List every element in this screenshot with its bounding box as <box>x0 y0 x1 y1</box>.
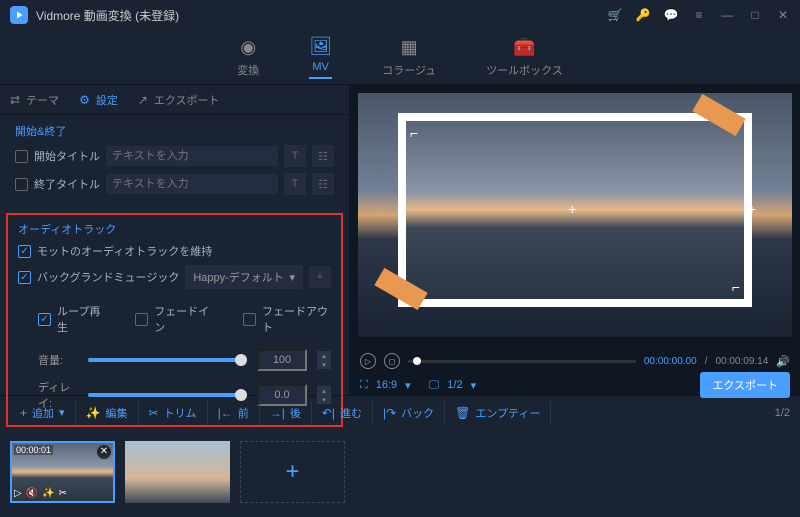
end-title-label: 終了タイトル <box>34 176 100 192</box>
cart-icon[interactable]: 🛒 <box>608 8 622 22</box>
delay-slider[interactable] <box>88 393 247 397</box>
thumb-play-icon[interactable]: ▷ <box>14 488 22 499</box>
volume-input[interactable] <box>257 349 307 371</box>
chat-icon[interactable]: 💬 <box>664 8 678 22</box>
edit-button[interactable]: ✨編集 <box>76 401 139 425</box>
start-title-input[interactable] <box>106 146 278 166</box>
close-button[interactable]: ✕ <box>776 8 790 22</box>
trim-button[interactable]: ✂トリム <box>139 401 208 425</box>
thumbnail-2[interactable] <box>125 441 230 503</box>
menu-icon[interactable]: ≡ <box>692 8 706 22</box>
thumbnail-1[interactable]: 00:00:01 ✕ ▷ 🔇 ✨ ✂ <box>10 441 115 503</box>
toolbox-icon: 🧰 <box>513 37 535 58</box>
thumb-duration: 00:00:01 <box>14 445 53 455</box>
add-button[interactable]: +追加 ▾ <box>10 401 76 425</box>
start-title-label: 開始タイトル <box>34 148 100 164</box>
collage-icon: ▦ <box>401 37 418 58</box>
add-thumbnail[interactable]: + <box>240 441 345 503</box>
scissors-icon: ✂ <box>149 406 159 420</box>
total-time: 00:00:09.14 <box>715 356 768 367</box>
preview-area: ⌐ ⌐ + + <box>358 93 792 337</box>
empty-button[interactable]: 🗑エンプティー <box>445 401 551 425</box>
preview-frame: ⌐ ⌐ + + <box>398 113 752 307</box>
keep-original-checkbox[interactable] <box>18 245 31 258</box>
loop-checkbox[interactable] <box>38 313 51 326</box>
volume-slider[interactable] <box>88 358 247 362</box>
bgm-dropdown[interactable]: Happy-デフォルト▾ <box>185 265 303 289</box>
chevron-down-icon: ▾ <box>59 406 65 419</box>
play-button[interactable]: ▷ <box>360 353 376 369</box>
timeline[interactable] <box>408 360 636 363</box>
start-title-text-btn[interactable]: T <box>284 145 306 167</box>
front-button[interactable]: |←前 <box>208 401 260 425</box>
crop-center[interactable]: + <box>568 201 576 217</box>
thumb-cut-icon[interactable]: ✂ <box>59 488 67 499</box>
crop-right[interactable]: + <box>748 201 756 217</box>
volume-up[interactable]: ▴ <box>317 351 331 360</box>
export-icon: ↗ <box>138 93 148 107</box>
tab-theme[interactable]: ⇄テーマ <box>10 92 59 108</box>
maximize-button[interactable]: □ <box>748 8 762 22</box>
thumb-wand-icon[interactable]: ✨ <box>42 488 54 499</box>
stop-button[interactable]: ◻ <box>384 353 400 369</box>
audio-track-section: オーディオトラック モットのオーディオトラックを維持 バックグランドミュージック… <box>6 213 343 427</box>
end-title-style-btn[interactable]: ☷ <box>312 173 334 195</box>
page-dropdown[interactable]: ▾ <box>471 379 477 392</box>
screen-icon: 🖵 <box>429 379 440 392</box>
nav-toolbox[interactable]: 🧰 ツールボックス <box>486 37 563 78</box>
crop-corner-br[interactable]: ⌐ <box>732 279 740 295</box>
page-indicator: 1/2 <box>447 379 462 391</box>
volume-down[interactable]: ▾ <box>317 360 331 369</box>
crop-corner-tl[interactable]: ⌐ <box>410 125 418 141</box>
mv-icon: 🖼 <box>309 36 332 57</box>
convert-icon: ◉ <box>240 37 256 58</box>
forward-button[interactable]: ↶|進む <box>312 401 373 425</box>
app-title: Vidmore 動画変換 (未登録) <box>36 7 608 24</box>
theme-icon: ⇄ <box>10 93 20 107</box>
start-title-style-btn[interactable]: ☷ <box>312 145 334 167</box>
end-title-text-btn[interactable]: T <box>284 173 306 195</box>
fadein-checkbox[interactable] <box>135 313 148 326</box>
forward-icon: ↶| <box>322 406 335 420</box>
audio-title: オーディオトラック <box>18 221 331 237</box>
settings-icon: ⚙ <box>79 93 90 107</box>
plus-icon: + <box>20 406 27 420</box>
aspect-dropdown[interactable]: ▾ <box>405 379 411 392</box>
volume-label: 音量: <box>38 352 78 368</box>
backward-icon: |↷ <box>383 406 396 420</box>
minimize-button[interactable]: — <box>720 8 734 22</box>
skip-front-icon: |← <box>218 406 233 420</box>
app-logo <box>10 6 28 24</box>
thumb-remove[interactable]: ✕ <box>97 445 111 459</box>
key-icon[interactable]: 🔑 <box>636 8 650 22</box>
bgm-add-button[interactable]: + <box>309 266 331 288</box>
nav-mv[interactable]: 🖼 MV <box>309 36 332 79</box>
delay-up[interactable]: ▴ <box>317 386 331 395</box>
bgm-checkbox[interactable] <box>18 271 31 284</box>
tab-settings[interactable]: ⚙設定 <box>79 92 118 108</box>
aspect-ratio[interactable]: 16:9 <box>376 379 397 391</box>
start-title-checkbox[interactable] <box>15 150 28 163</box>
thumb-mute-icon[interactable]: 🔇 <box>26 488 38 499</box>
current-time: 00:00:00.00 <box>644 356 697 367</box>
end-title-checkbox[interactable] <box>15 178 28 191</box>
export-button[interactable]: エクスポート <box>700 372 790 398</box>
chevron-down-icon: ▾ <box>289 271 295 284</box>
bgm-label: バックグランドミュージック <box>37 269 179 285</box>
page-count: 1/2 <box>775 407 790 419</box>
backward-button[interactable]: |↷バック <box>373 401 445 425</box>
back-button[interactable]: →|後 <box>260 401 312 425</box>
wand-icon: ✨ <box>86 406 101 420</box>
nav-collage[interactable]: ▦ コラージュ <box>382 37 436 78</box>
volume-icon[interactable]: 🔊 <box>776 355 790 368</box>
skip-back-icon: →| <box>270 406 285 420</box>
start-end-title: 開始&終了 <box>15 123 334 139</box>
end-title-input[interactable] <box>106 174 278 194</box>
nav-convert[interactable]: ◉ 変換 <box>237 37 259 78</box>
tab-export[interactable]: ↗エクスポート <box>138 92 220 108</box>
aspect-icon: ⛶ <box>360 379 368 392</box>
trash-icon: 🗑 <box>455 406 470 420</box>
fadeout-checkbox[interactable] <box>243 313 256 326</box>
keep-original-label: モットのオーディオトラックを維持 <box>37 243 212 259</box>
